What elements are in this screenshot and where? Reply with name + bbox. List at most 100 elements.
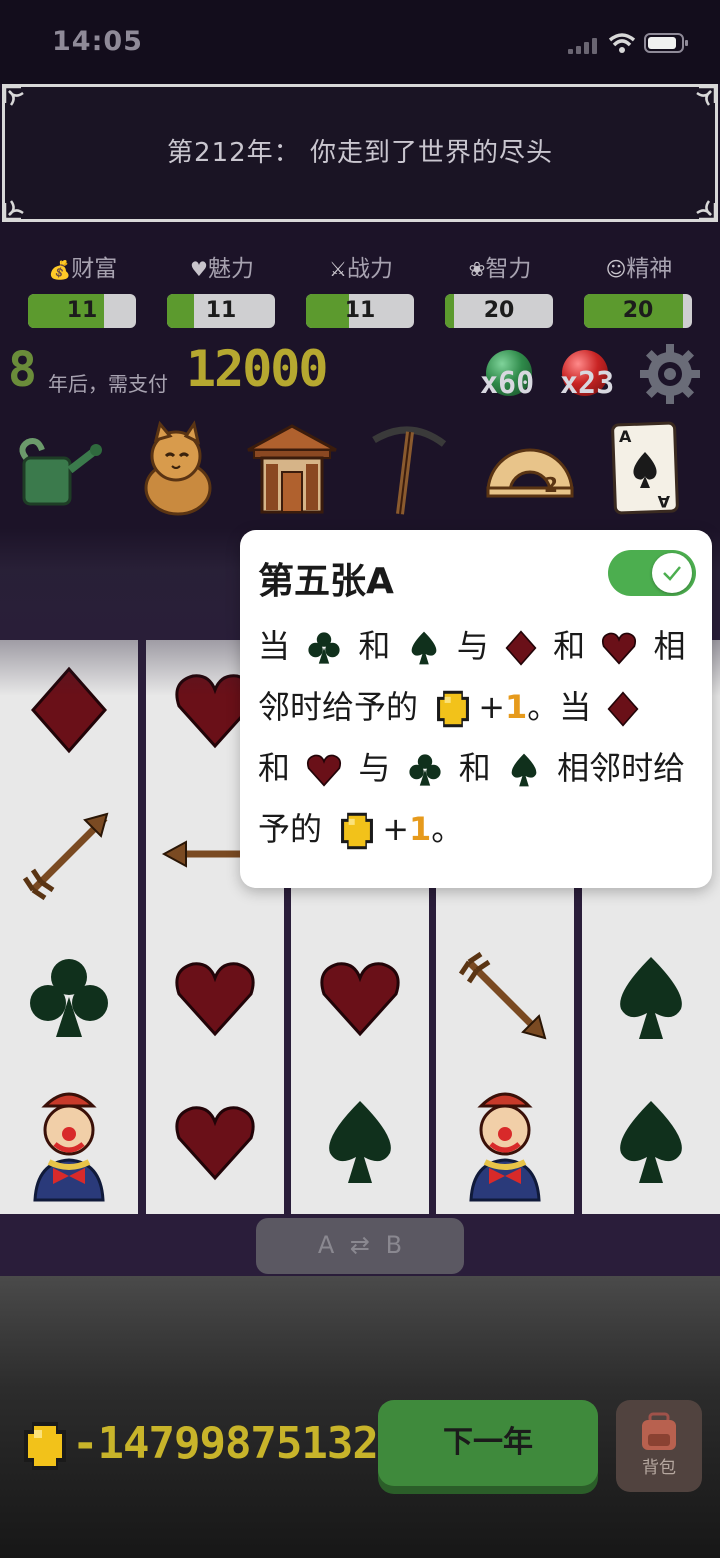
settings-gear-icon[interactable] [638,342,702,406]
status-time: 14:05 [52,26,143,57]
desc-text: 和 [458,749,491,787]
payment-label: 年后，需支付 [48,372,168,396]
heart-icon [175,1106,255,1181]
brain-icon: ❀ [468,257,486,281]
stat-value: 20 [622,298,654,323]
red-orb-count: x23 [560,366,615,401]
stat-bar: 11 [28,294,136,328]
slot-cell [146,1072,284,1212]
desc-amount: 1 [409,810,432,848]
stat-label: 魅力 [207,256,254,282]
ab-swap-button[interactable]: A ⇄ B [256,1218,464,1274]
desc-text: 邻时给予的 [258,688,419,726]
slot-cell [582,928,720,1068]
battery-icon [644,33,688,53]
bag-label: 背包 [642,1458,676,1478]
ab-label-b: B [385,1231,403,1259]
heart-icon [602,632,637,665]
desc-amount: 1 [505,688,528,726]
desc-text: 和 [258,749,291,787]
stat-label: 战力 [346,256,393,282]
popup-description: 当 和 与 和 相 邻时给予的 +1。当 和 与 和 相邻时给 予的 +1。 [258,616,698,860]
stat-value: 20 [483,298,515,323]
spade-icon [329,1101,391,1183]
diamond-icon [607,691,639,727]
spade-icon [511,753,537,787]
stat-label: 精神 [626,256,673,282]
years-remaining: 8 [8,342,37,398]
slot-cell [146,928,284,1068]
desc-text: 当 [258,627,291,665]
next-year-button[interactable]: 下一年 [378,1400,598,1486]
stat-wealth: 💰财富 11 [28,252,138,328]
bottom-bar [0,1276,720,1558]
desc-text: 和 [553,627,586,665]
slot-cell [436,928,574,1068]
spade-icon [411,631,436,665]
diamond-icon [505,630,537,666]
stat-spirit: ☺精神 20 [584,252,694,328]
wifi-icon [608,33,636,53]
heart-icon: ♥ [190,257,208,281]
desc-text: 相 [653,627,686,665]
desc-text: 相邻时给 [557,749,686,787]
swap-arrows-icon: ⇄ [349,1231,371,1259]
slot-cell [0,928,138,1068]
toggle-knob [652,553,692,593]
slot-cell [291,1072,429,1212]
coin-icon [341,812,374,850]
pickaxe-icon[interactable] [360,420,460,520]
stat-intelligence: ❀智力 20 [445,252,555,328]
arrow-icon [458,951,547,1040]
desc-text: 。 [431,810,464,848]
popup-title: 第五张A [258,561,394,602]
slot-cell [582,1072,720,1212]
stat-bar: 20 [584,294,692,328]
payment-amount: 12000 [186,340,329,398]
bag-button[interactable]: 背包 [616,1400,702,1492]
money-bag-icon: 💰 [48,260,72,281]
heart-icon [307,754,342,787]
stat-value: 11 [344,298,376,323]
protractor-icon[interactable]: 2 [480,420,580,520]
watering-can-icon[interactable] [8,420,108,520]
mask-icon: ☺ [605,257,627,281]
desc-text: 与 [456,627,489,665]
green-orb-count: x60 [480,366,535,401]
desc-text: 予的 [258,810,323,848]
enable-toggle[interactable] [608,550,696,596]
banner-title: 第212年： 你走到了世界的尽头 [167,138,553,168]
club-icon [308,632,340,664]
slot-cell [0,1072,138,1212]
cat-icon[interactable] [128,420,228,520]
card-info-popup: 第五张A 当 和 与 和 相 邻时给予的 +1。当 和 与 和 相邻时给 予的 … [240,530,712,888]
ace-of-spades-card-icon[interactable]: A A [606,420,706,520]
sword-icon: ⚔ [329,257,347,281]
desc-text: 与 [358,749,391,787]
desc-text: 。当 [527,688,592,726]
stat-bar: 11 [306,294,414,328]
clown-icon [33,1092,105,1202]
check-icon [663,566,681,581]
svg-text:2: 2 [544,473,558,497]
desc-text: 和 [358,627,391,665]
desc-plus: + [382,810,409,848]
heart-icon [175,962,255,1037]
heart-icon [320,962,400,1037]
stat-value: 11 [66,298,98,323]
stat-bar: 20 [445,294,553,328]
stat-label: 智力 [485,256,532,282]
clown-icon [469,1092,541,1202]
stat-bar: 11 [167,294,275,328]
stat-value: 11 [205,298,237,323]
shrine-icon[interactable] [242,420,342,520]
club-icon [408,754,441,786]
stat-combat: ⚔战力 11 [306,252,416,328]
slot-cell [436,1072,574,1212]
stat-charm: ♥魅力 11 [167,252,277,328]
signal-icon [568,38,598,54]
ab-label-a: A [317,1231,335,1259]
spade-icon [620,1101,682,1183]
coin-icon [24,1422,66,1470]
svg-text:A: A [657,492,670,511]
